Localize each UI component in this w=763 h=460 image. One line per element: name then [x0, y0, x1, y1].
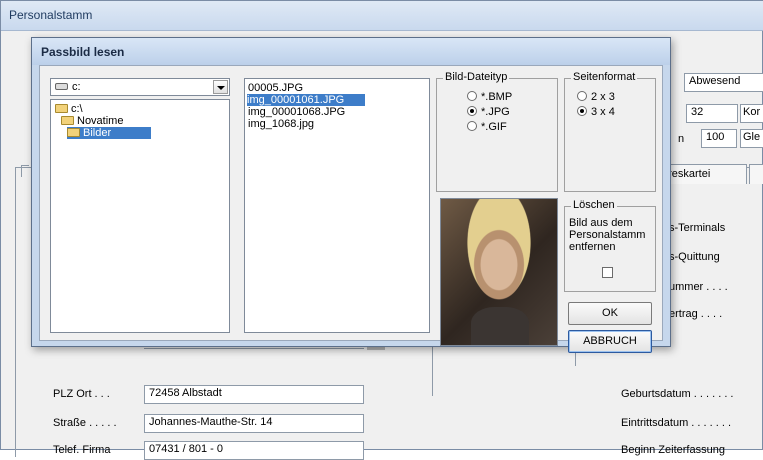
open-folder-icon	[67, 128, 80, 137]
dialog-titlebar[interactable]: Passbild lesen	[32, 38, 670, 65]
radio-label: *.BMP	[481, 91, 513, 103]
folder-list[interactable]: c:\ Novatime Bilder	[50, 99, 230, 333]
entry-label: Eintrittsdatum . . . . . . .	[621, 417, 732, 429]
number-field[interactable]: 32	[686, 104, 738, 123]
radio-icon	[467, 121, 477, 131]
drive-value-wrap: c:	[55, 81, 81, 93]
radio-gif[interactable]: *.GIF	[467, 121, 507, 133]
file-item[interactable]: img_1068.jpg	[248, 118, 314, 130]
radio-label: 3 x 4	[591, 106, 615, 118]
percent-label: n	[678, 133, 685, 145]
folder-label: Novatime	[77, 115, 124, 127]
nummer-label: ummer . . . .	[669, 281, 728, 293]
birth-label: Geburtsdatum . . . . . . .	[621, 388, 734, 400]
terminals-label: s-Terminals	[669, 222, 726, 234]
plz-label: PLZ Ort . . .	[53, 388, 110, 400]
radio-label: *.JPG	[481, 106, 510, 118]
file-item[interactable]: img_00001068.JPG	[248, 106, 345, 118]
radio-checked-icon	[467, 106, 477, 116]
percent-suffix-field[interactable]: Gle	[740, 129, 763, 148]
radio-icon	[577, 91, 587, 101]
radio-icon	[467, 91, 477, 101]
dialog-title: Passbild lesen	[41, 45, 125, 59]
photo-preview	[440, 198, 558, 346]
file-item[interactable]: 00005.JPG	[248, 82, 303, 94]
radio-checked-icon	[577, 106, 587, 116]
format-group: Seitenformat 2 x 3 3 x 4	[564, 71, 656, 192]
tab-first-edge	[21, 165, 29, 177]
delete-checkbox[interactable]	[602, 267, 613, 278]
photo-shoulders	[471, 307, 529, 345]
folder-item-root[interactable]: c:\	[55, 103, 83, 115]
file-item-selected[interactable]: img_00001061.JPG	[247, 94, 365, 106]
plz-field[interactable]: 72458 Albstadt	[144, 385, 364, 404]
radio-bmp[interactable]: *.BMP	[467, 91, 512, 103]
radio-jpg[interactable]: *.JPG	[467, 106, 510, 118]
quittung-label: s-Quittung	[669, 251, 720, 263]
status-field[interactable]: Abwesend	[684, 73, 763, 92]
phone-label: Telef. Firma	[53, 444, 111, 456]
window-titlebar: Personalstamm	[1, 1, 763, 31]
delete-description: Bild aus dem Personalstamm entfernen	[569, 217, 646, 253]
folder-item-bilder[interactable]: Bilder	[67, 127, 152, 139]
street-field[interactable]: Johannes-Mauthe-Str. 14	[144, 414, 364, 433]
filetype-group-title: Bild-Dateityp	[443, 71, 510, 83]
file-list[interactable]: 00005.JPG img_00001061.JPG img_00001068.…	[244, 78, 430, 333]
passbild-dialog: Passbild lesen c: c:\ Novatime Bilder 00…	[31, 37, 671, 353]
radio-label: *.GIF	[481, 121, 507, 133]
open-folder-icon	[55, 104, 68, 113]
chevron-down-glyph	[217, 86, 225, 90]
drive-icon	[55, 83, 68, 90]
number-suffix-field[interactable]: Kor	[740, 104, 763, 123]
folder-label: c:\	[71, 103, 83, 115]
photo-frame-line	[432, 346, 433, 396]
phone-field[interactable]: 07431 / 801 - 0	[144, 441, 364, 460]
dialog-body: c: c:\ Novatime Bilder 00005.JPG img_000…	[39, 65, 663, 353]
time-start-label: Beginn Zeiterfassung	[621, 444, 725, 456]
vertrag-label: ertrag . . . .	[669, 308, 723, 320]
format-group-title: Seitenformat	[571, 71, 638, 83]
tab-next[interactable]	[749, 164, 763, 184]
delete-group: Löschen Bild aus dem Personalstamm entfe…	[564, 199, 656, 292]
radio-3x4[interactable]: 3 x 4	[577, 106, 615, 118]
window-title: Personalstamm	[9, 8, 93, 22]
delete-group-title: Löschen	[571, 199, 617, 211]
tab-page-border	[15, 167, 16, 457]
drive-value: c:	[72, 81, 81, 93]
open-folder-icon	[61, 116, 74, 125]
folder-item-novatime[interactable]: Novatime	[61, 115, 123, 127]
street-label: Straße . . . . .	[53, 417, 117, 429]
radio-2x3[interactable]: 2 x 3	[577, 91, 615, 103]
ok-button[interactable]: OK	[568, 302, 652, 325]
radio-label: 2 x 3	[591, 91, 615, 103]
folder-label: Bilder	[83, 127, 112, 139]
chevron-down-icon[interactable]	[213, 80, 228, 94]
cancel-button[interactable]: ABBRUCH	[568, 330, 652, 353]
percent-field[interactable]: 100	[701, 129, 737, 148]
drive-combo[interactable]: c:	[50, 78, 230, 96]
filetype-group: Bild-Dateityp *.BMP *.JPG *.GIF	[436, 71, 558, 192]
